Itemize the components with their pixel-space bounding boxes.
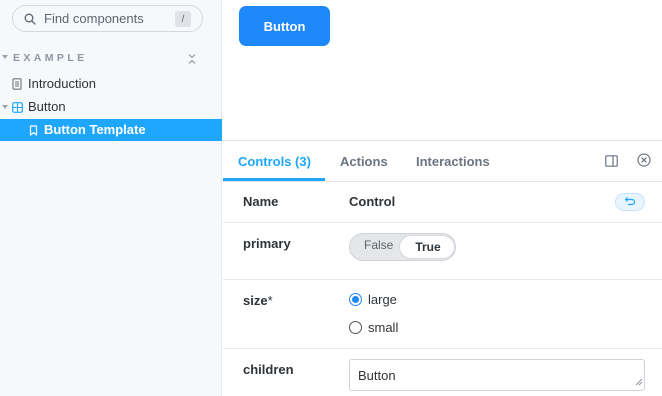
table-row-size [223, 280, 662, 349]
search-shortcut-badge: / [175, 11, 191, 27]
required-marker: * [267, 293, 273, 308]
preview-button[interactable]: Button [239, 6, 330, 46]
sidebar: Find components / EXAMPLE Introduction B… [0, 0, 222, 396]
primary-boolean-toggle[interactable]: False True [349, 233, 456, 261]
section-header-example[interactable]: EXAMPLE [0, 52, 222, 66]
chevron-down-icon [2, 55, 8, 59]
section-title: EXAMPLE [13, 52, 88, 64]
radio-option-large[interactable]: large [349, 292, 397, 307]
tab-actions[interactable]: Actions [340, 154, 388, 169]
sidebar-item-label: Introduction [28, 76, 96, 91]
toggle-option-true-label: True [415, 240, 441, 254]
close-icon[interactable] [637, 153, 651, 172]
addons-panel: Controls (3) Actions Interactions Name C… [223, 140, 662, 396]
prop-name-primary: primary [243, 236, 291, 251]
radio-label: large [368, 292, 397, 307]
toggle-option-false[interactable]: False [364, 238, 393, 252]
sidebar-item-button-template[interactable]: Button Template [0, 119, 222, 141]
collapse-all-icon[interactable] [187, 52, 199, 66]
sidebar-item-button[interactable]: Button [0, 96, 222, 118]
active-tab-indicator [223, 178, 325, 181]
sidebar-item-introduction[interactable]: Introduction [0, 73, 222, 95]
component-icon [12, 101, 23, 116]
tab-controls[interactable]: Controls (3) [238, 154, 311, 169]
preview-canvas: Button [223, 0, 662, 140]
search-icon [24, 13, 36, 25]
chevron-down-icon [2, 105, 8, 109]
radio-button[interactable] [349, 321, 362, 334]
sidebar-item-label: Button Template [44, 122, 146, 137]
column-header-name: Name [243, 194, 279, 209]
prop-name-children: children [243, 362, 294, 377]
controls-table-header [223, 182, 662, 223]
document-icon [12, 78, 22, 93]
radio-option-small[interactable]: small [349, 320, 398, 335]
radio-button-checked[interactable] [349, 293, 362, 306]
children-input-value: Button [358, 368, 396, 383]
undo-icon [624, 193, 636, 211]
prop-name-size-text: size [243, 293, 268, 308]
panel-tabs: Controls (3) Actions Interactions [223, 141, 662, 182]
children-text-input[interactable]: Button [349, 359, 645, 391]
sidebar-item-label: Button [28, 99, 66, 114]
reset-controls-button[interactable] [615, 193, 645, 211]
radio-label: small [368, 320, 399, 335]
search-field[interactable]: Find components / [12, 5, 203, 32]
prop-name-size: size* [243, 293, 273, 308]
tab-interactions[interactable]: Interactions [416, 154, 490, 169]
search-input[interactable]: Find components [44, 11, 144, 26]
resize-grip-icon[interactable] [635, 374, 643, 389]
panel-orientation-icon[interactable] [605, 154, 618, 172]
bookmark-icon [29, 124, 38, 139]
column-header-control: Control [349, 194, 396, 209]
toggle-option-true-selected[interactable]: True [399, 235, 455, 259]
